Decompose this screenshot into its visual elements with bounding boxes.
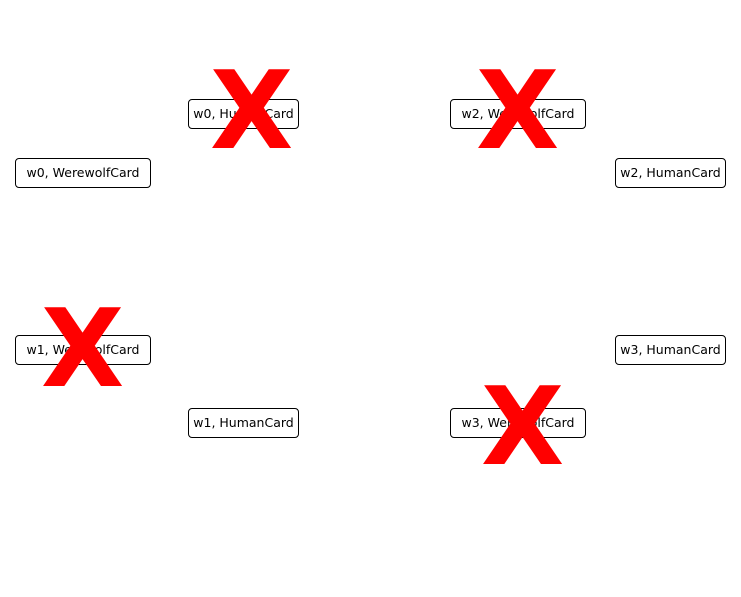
card-w2-human[interactable]: w2, HumanCard — [615, 158, 726, 188]
card-w1-werewolf[interactable]: w1, WerewolfCard — [15, 335, 151, 365]
card-w0-werewolf[interactable]: w0, WerewolfCard — [15, 158, 151, 188]
card-w0-human[interactable]: w0, HumanCard — [188, 99, 299, 129]
card-w3-werewolf[interactable]: w3, WerewolfCard — [450, 408, 586, 438]
card-w2-werewolf[interactable]: w2, WerewolfCard — [450, 99, 586, 129]
card-w1-human[interactable]: w1, HumanCard — [188, 408, 299, 438]
game-board: w0, HumanCard w2, WerewolfCard w0, Werew… — [0, 0, 741, 597]
card-w3-human[interactable]: w3, HumanCard — [615, 335, 726, 365]
